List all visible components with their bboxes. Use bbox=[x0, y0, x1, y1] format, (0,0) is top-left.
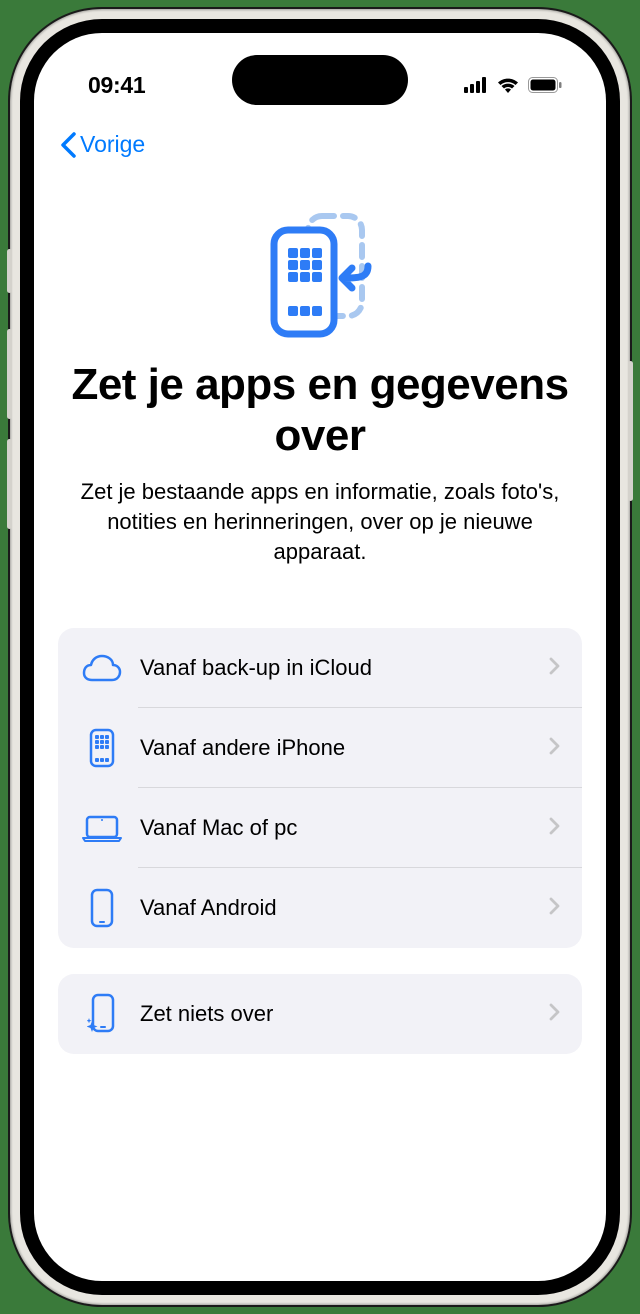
volume-up-button bbox=[7, 329, 12, 419]
nav-bar: Vorige bbox=[34, 111, 606, 164]
battery-icon bbox=[528, 72, 562, 99]
secondary-options-group: Zet niets over bbox=[58, 974, 582, 1054]
iphone-apps-icon bbox=[78, 728, 126, 768]
wifi-icon bbox=[496, 72, 520, 99]
chevron-right-icon bbox=[549, 897, 560, 920]
dynamic-island bbox=[232, 55, 408, 105]
content: Zet je apps en gegevens over Zet je best… bbox=[34, 164, 606, 566]
page-title: Zet je apps en gegevens over bbox=[66, 360, 574, 461]
chevron-left-icon bbox=[60, 132, 76, 158]
page-subtitle: Zet je bestaande apps en informatie, zoa… bbox=[66, 477, 574, 566]
option-from-mac-or-pc[interactable]: Vanaf Mac of pc bbox=[58, 788, 582, 868]
cloud-icon bbox=[78, 654, 126, 682]
option-from-icloud-backup[interactable]: Vanaf back-up in iCloud bbox=[58, 628, 582, 708]
transfer-options-group: Vanaf back-up in iCloud Vanaf andere iPh… bbox=[58, 628, 582, 948]
phone-outline-icon bbox=[78, 888, 126, 928]
chevron-right-icon bbox=[549, 657, 560, 680]
options-container: Vanaf back-up in iCloud Vanaf andere iPh… bbox=[34, 566, 606, 1054]
option-transfer-nothing[interactable]: Zet niets over bbox=[58, 974, 582, 1054]
option-from-android[interactable]: Vanaf Android bbox=[58, 868, 582, 948]
option-label: Vanaf Android bbox=[140, 895, 549, 921]
cellular-icon bbox=[464, 72, 488, 99]
power-button bbox=[628, 361, 633, 501]
volume-down-button bbox=[7, 439, 12, 529]
option-label: Vanaf back-up in iCloud bbox=[140, 655, 549, 681]
laptop-icon bbox=[78, 814, 126, 842]
screen: 09:41 Vorige bbox=[34, 33, 606, 1281]
option-label: Vanaf andere iPhone bbox=[140, 735, 549, 761]
chevron-right-icon bbox=[549, 737, 560, 760]
transfer-hero-icon bbox=[66, 212, 574, 338]
chevron-right-icon bbox=[549, 817, 560, 840]
chevron-right-icon bbox=[549, 1003, 560, 1026]
phone-frame: 09:41 Vorige bbox=[10, 9, 630, 1305]
phone-sparkle-icon bbox=[78, 993, 126, 1035]
option-from-another-iphone[interactable]: Vanaf andere iPhone bbox=[58, 708, 582, 788]
option-label: Vanaf Mac of pc bbox=[140, 815, 549, 841]
back-label: Vorige bbox=[80, 131, 145, 158]
mute-switch bbox=[7, 249, 12, 293]
back-button[interactable]: Vorige bbox=[60, 131, 145, 158]
status-time: 09:41 bbox=[88, 72, 145, 99]
option-label: Zet niets over bbox=[140, 1001, 549, 1027]
